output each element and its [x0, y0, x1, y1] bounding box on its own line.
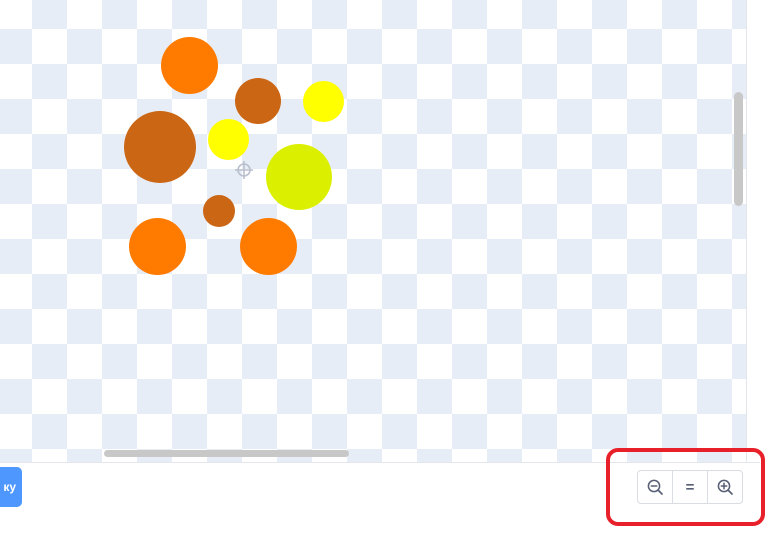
circle-brown-small[interactable] — [203, 195, 235, 227]
circle-orange-bottom-right[interactable] — [240, 218, 297, 275]
zoom-out-button[interactable] — [638, 471, 672, 503]
right-gutter — [747, 0, 773, 535]
paint-editor: ку = — [0, 0, 773, 535]
circle-orange-bottom-left[interactable] — [129, 218, 186, 275]
zoom-controls: = — [637, 470, 743, 504]
zoom-in-icon — [717, 479, 733, 495]
paint-canvas[interactable] — [0, 0, 746, 462]
crosshair-icon — [235, 161, 253, 179]
vertical-scrollbar[interactable] — [734, 92, 743, 206]
circle-yellow-top-right[interactable] — [303, 81, 344, 122]
footer-strip — [0, 521, 773, 535]
circle-brown-top[interactable] — [235, 78, 281, 124]
zoom-out-icon — [647, 479, 663, 495]
horizontal-scrollbar[interactable] — [104, 450, 349, 457]
equals-icon: = — [685, 478, 695, 496]
zoom-in-button[interactable] — [707, 471, 742, 503]
convert-button[interactable]: ку — [0, 467, 22, 507]
circle-brown-large[interactable] — [124, 111, 196, 183]
circle-orange-top[interactable] — [161, 37, 218, 94]
zoom-reset-button[interactable]: = — [672, 471, 707, 503]
circle-yellow-center[interactable] — [208, 119, 249, 160]
circle-lime-large[interactable] — [266, 144, 332, 210]
